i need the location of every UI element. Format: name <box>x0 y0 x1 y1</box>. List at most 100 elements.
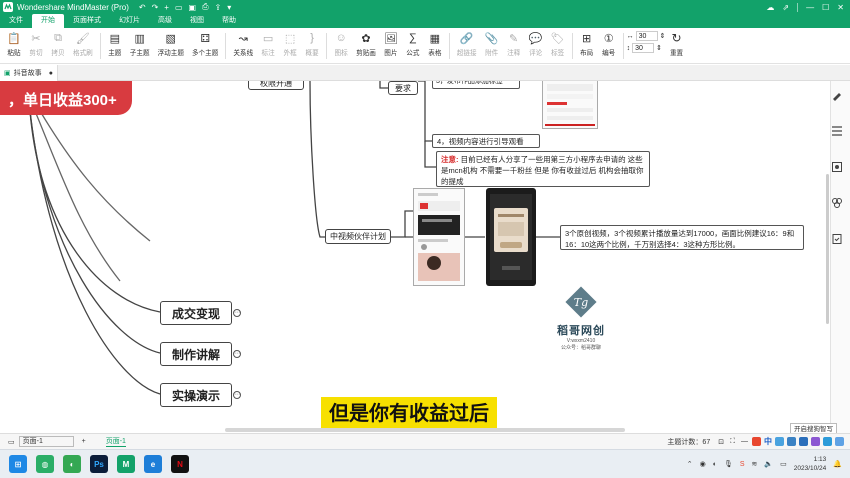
tray-ime-icon[interactable]: S <box>740 461 745 468</box>
windows-icon[interactable]: ⊞ <box>9 455 27 473</box>
toolbar-button[interactable]: ✿ 剪贴画 <box>352 28 380 62</box>
explain-node[interactable]: 制作讲解 <box>160 342 232 366</box>
skin-icon[interactable] <box>811 437 820 446</box>
print-icon[interactable]: ⎙ <box>202 2 208 12</box>
save-icon[interactable]: ▣ <box>189 3 197 12</box>
toolbar-button[interactable]: 🔗 超链接 <box>453 28 481 62</box>
vertical-scrollbar[interactable] <box>826 174 829 324</box>
redo-icon[interactable]: ↷ <box>152 3 159 12</box>
open-icon[interactable]: ▭ <box>175 3 183 12</box>
tray-mic-icon[interactable]: 🎙 <box>724 460 733 468</box>
tray-app-icon[interactable]: ◉ <box>700 460 706 468</box>
toolbar-button[interactable]: 📋 粘贴 <box>3 28 25 62</box>
fullscreen-icon[interactable]: ⛶ <box>730 438 735 446</box>
outline-icon[interactable] <box>831 125 843 137</box>
notification-icon[interactable]: 🔔 <box>833 460 842 468</box>
spacing-input[interactable]: 30 <box>635 31 658 41</box>
demo-expand-icon[interactable]: ⋯ <box>233 391 241 399</box>
toolbar-button[interactable]: ⚃ 多个主题 <box>188 28 222 62</box>
mindmaster-icon[interactable]: M <box>117 455 135 473</box>
toolbar-button[interactable]: ⧉ 拷贝 <box>47 28 69 62</box>
wechat-icon[interactable]: ◍ <box>36 455 54 473</box>
step3-node[interactable]: 3，发布作品添加标签 <box>432 81 520 89</box>
toolbar-button[interactable]: ① 编号 <box>598 28 620 62</box>
browser-icon[interactable]: ◐ <box>63 455 81 473</box>
program-node[interactable]: 中视频伙伴计划 <box>325 229 391 244</box>
note-node[interactable]: 注意: 目前已经有人分享了一些用第三方小程序去申请的 这些是mcn机构 不需要一… <box>436 151 650 187</box>
cloud-icon[interactable]: ☁ <box>766 3 774 12</box>
page-tab[interactable]: 页面-1 <box>105 436 126 447</box>
toolbox-icon[interactable] <box>823 437 832 446</box>
add-page-icon[interactable]: + <box>82 438 86 445</box>
deal-expand-icon[interactable]: ⋯ <box>233 309 241 317</box>
more-icon[interactable]: ▾ <box>227 3 231 12</box>
app-screenshot-thumbnail[interactable] <box>413 188 465 286</box>
mic-icon[interactable] <box>787 437 796 446</box>
punct-icon[interactable] <box>775 437 784 446</box>
close-icon[interactable]: ✕ <box>837 3 844 12</box>
screenshot-thumbnail-top[interactable] <box>542 81 598 129</box>
toolbar-button[interactable]: ▧ 浮动主题 <box>154 28 188 62</box>
export-icon[interactable]: ⇪ <box>215 3 222 12</box>
permission-node[interactable]: 权限开通 <box>248 81 304 90</box>
toolbar-button[interactable]: ∑ 公式 <box>402 28 424 62</box>
keyboard-icon[interactable] <box>799 437 808 446</box>
toolbar-button[interactable]: ✎ 注释 <box>503 28 525 62</box>
tray-wifi-icon[interactable]: ≋ <box>752 460 758 468</box>
toolbar-button[interactable]: 🏷 标签 <box>547 28 569 62</box>
page-select[interactable]: 页面-1 <box>18 436 74 447</box>
toolbar-button[interactable]: ⊞ 布局 <box>576 28 598 62</box>
minimize-icon[interactable]: — <box>806 3 814 12</box>
clock[interactable]: 1:13 2023/10/24 <box>794 455 827 473</box>
toolbar-button[interactable]: 📎 附件 <box>481 28 503 62</box>
toolbar-button[interactable]: 🖌 格式刷 <box>69 28 97 62</box>
reset-button[interactable]: ↻ 重置 <box>666 28 688 62</box>
explain-expand-icon[interactable]: ⋯ <box>233 350 241 358</box>
toolbar-button[interactable]: ⬚ 外框 <box>279 28 301 62</box>
menu-item[interactable]: 帮助 <box>213 14 245 28</box>
task-panel-icon[interactable] <box>831 233 843 245</box>
step4-node[interactable]: 4，视频内容进行引导观看 <box>432 134 540 148</box>
fit-icon[interactable]: ⊡ <box>718 438 724 446</box>
horizontal-scrollbar[interactable] <box>225 428 625 432</box>
toolbar-button[interactable]: 💬 评论 <box>525 28 547 62</box>
tray-app2-icon[interactable]: ◐ <box>713 461 717 468</box>
toolbar-button[interactable]: ▤ 主题 <box>104 28 126 62</box>
toolbar-button[interactable]: ✂ 剪切 <box>25 28 47 62</box>
menu-item[interactable]: 幻灯片 <box>110 14 149 28</box>
menu-item[interactable]: 高级 <box>149 14 181 28</box>
demo-node[interactable]: 实操演示 <box>160 383 232 407</box>
toolbar-button[interactable]: ▥ 子主题 <box>126 28 154 62</box>
user-icon[interactable] <box>835 437 844 446</box>
undo-icon[interactable]: ↶ <box>139 3 146 12</box>
toolbar-button[interactable]: ▦ 表格 <box>424 28 446 62</box>
menu-item[interactable]: 开始 <box>32 14 64 28</box>
document-tab[interactable]: ▣ 抖音故事 ● <box>0 65 58 81</box>
menu-item[interactable]: 文件 <box>0 14 32 28</box>
toolbar-button[interactable]: ▭ 标注 <box>257 28 279 62</box>
stepper-icon[interactable]: ⇕ <box>656 44 662 52</box>
toolbar-button[interactable]: } 概要 <box>301 28 323 62</box>
phone-screenshot-thumbnail[interactable] <box>486 188 536 286</box>
requirement-node[interactable]: 要求 <box>388 81 418 95</box>
edge-icon[interactable]: e <box>144 455 162 473</box>
chevron-up-icon[interactable]: ⌃ <box>687 460 693 468</box>
program-description-node[interactable]: 3个原创视频，3个视频累计播放量达到17000，画面比例建议16：9和16：10… <box>560 225 804 250</box>
photoshop-icon[interactable]: Ps <box>90 455 108 473</box>
clipart-panel-icon[interactable] <box>831 197 843 209</box>
ime-mode[interactable]: 中 <box>764 436 772 447</box>
spacing-input[interactable]: 30 <box>632 43 655 53</box>
deal-node[interactable]: 成交变现 <box>160 301 232 325</box>
zoom-out-icon[interactable]: — <box>741 438 748 445</box>
format-panel-icon[interactable] <box>831 89 843 101</box>
page-panel-icon[interactable]: ▭ <box>8 438 15 446</box>
tray-battery-icon[interactable]: ▭ <box>780 460 787 468</box>
share-icon[interactable]: ⇗ <box>782 3 789 12</box>
tray-volume-icon[interactable]: 🔈 <box>764 460 773 468</box>
maximize-icon[interactable]: ☐ <box>822 3 829 12</box>
mindmap-canvas[interactable]: ，单日收益300+ 权限开通 要求 3，发布作品添加标签 4，视频内容进行引导观… <box>0 81 830 433</box>
menu-item[interactable]: 视图 <box>181 14 213 28</box>
toolbar-button[interactable]: ↝ 关系线 <box>229 28 257 62</box>
mark-panel-icon[interactable] <box>831 161 843 173</box>
netflix-icon[interactable]: N <box>171 455 189 473</box>
